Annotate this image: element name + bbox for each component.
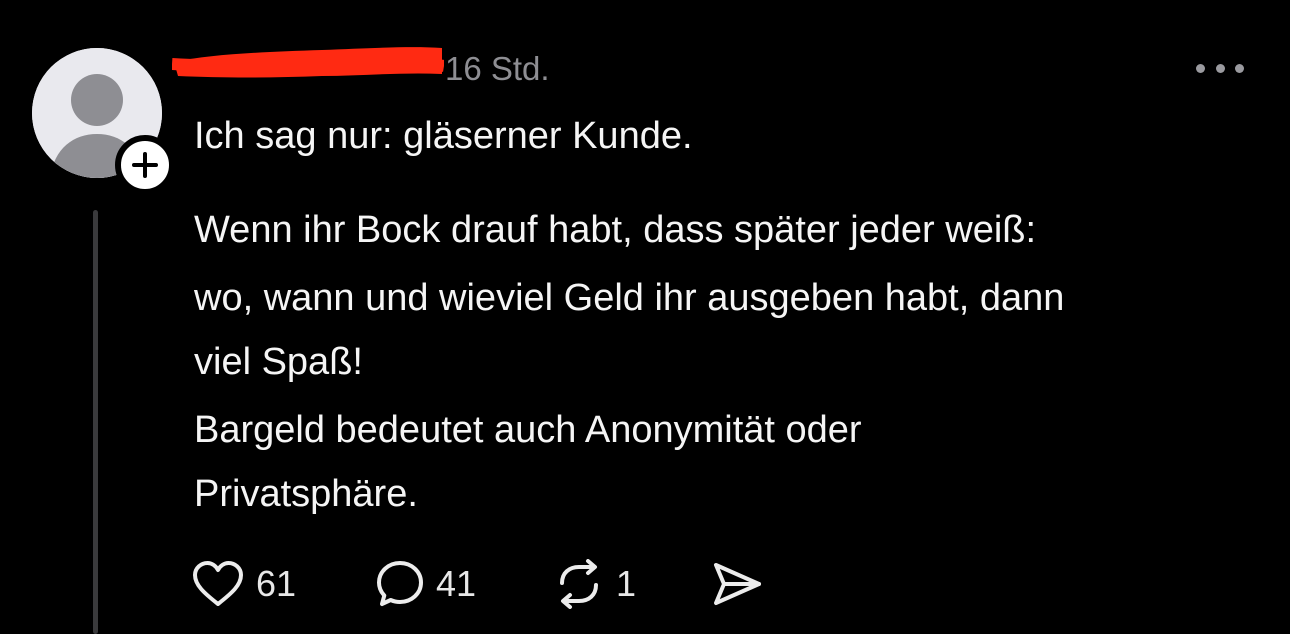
username-redacted[interactable]	[171, 40, 445, 80]
send-icon	[710, 559, 764, 609]
redaction-scribble	[171, 47, 445, 78]
repost-count: 1	[616, 563, 637, 604]
repost-icon	[552, 559, 606, 609]
reply-button[interactable]: 41	[374, 556, 476, 612]
post-text-line: Privatsphäre.	[194, 473, 418, 515]
thread-line	[93, 210, 98, 634]
follow-button[interactable]	[115, 135, 175, 195]
repost-button[interactable]: 1	[552, 556, 636, 612]
more-horizontal-icon	[1235, 63, 1244, 73]
like-button[interactable]: 61	[190, 556, 296, 612]
plus-icon	[132, 152, 158, 178]
more-horizontal-icon	[1196, 63, 1205, 73]
post-text-line: Wenn ihr Bock drauf habt, dass später je…	[194, 209, 1037, 251]
speech-bubble-icon	[374, 558, 426, 610]
post-text-line: wo, wann und wieviel Geld ihr ausgeben h…	[194, 277, 1065, 319]
post-text-line: Ich sag nur: gläserner Kunde.	[194, 115, 693, 157]
more-options-button[interactable]	[1196, 56, 1244, 80]
share-button[interactable]	[710, 556, 764, 612]
post-text-line: Bargeld bedeutet auch Anonymität oder	[194, 409, 862, 451]
heart-icon	[190, 559, 246, 609]
like-count: 61	[256, 563, 297, 604]
post-timestamp: 16 Std.	[445, 50, 550, 87]
post-text-line: viel Spaß!	[194, 341, 363, 383]
thread-post: 16 Std. Ich sag nur: gläserner Kunde. We…	[0, 0, 1290, 634]
more-horizontal-icon	[1215, 63, 1225, 73]
reply-count: 41	[436, 563, 477, 604]
